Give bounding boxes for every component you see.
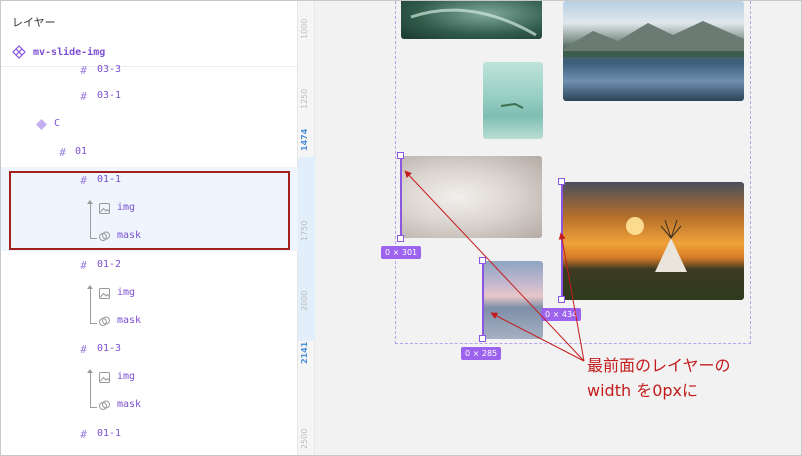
layer-row-variant[interactable]: C xyxy=(1,111,298,139)
leaf-stroke xyxy=(410,8,537,37)
frame-hash-icon: # xyxy=(80,343,87,356)
photo-pampas-grass[interactable] xyxy=(401,156,542,238)
layer-row-frame[interactable]: # 01-1 xyxy=(1,421,298,449)
frame-hash-icon: # xyxy=(59,146,66,159)
layer-label: img xyxy=(117,287,136,298)
zero-width-layer-outline[interactable] xyxy=(482,261,484,339)
layer-label: 01-3 xyxy=(97,343,122,354)
resize-handle[interactable] xyxy=(479,257,486,264)
photo-leaf-droplets[interactable] xyxy=(401,1,542,39)
photo-turquoise-sea[interactable] xyxy=(483,62,543,139)
frame-hash-icon: # xyxy=(80,90,87,103)
component-name: mv-slide-img xyxy=(33,46,106,58)
size-badge: 0 × 434 xyxy=(541,308,582,321)
resize-handle[interactable] xyxy=(479,335,486,342)
mask-connector-line xyxy=(90,373,91,407)
layer-row-frame[interactable]: # 03-1 xyxy=(1,83,298,111)
resize-handle[interactable] xyxy=(397,152,404,159)
layer-row-image[interactable]: img xyxy=(1,280,298,308)
image-icon xyxy=(99,372,110,383)
layer-row-frame[interactable]: # 01 xyxy=(1,139,298,167)
zero-width-layer-outline[interactable] xyxy=(400,156,402,239)
frame-hash-icon: # xyxy=(80,64,87,77)
layers-panel-title: レイヤー xyxy=(12,16,56,29)
ruler-tick-label: 2500 xyxy=(300,428,309,449)
mask-icon xyxy=(99,316,110,326)
ruler-tick-label: 1250 xyxy=(300,88,309,109)
ruler-tick-label: 1750 xyxy=(300,220,309,241)
mask-connector-line xyxy=(90,289,91,323)
layer-label: img xyxy=(117,371,136,382)
ruler-tick-label: 1000 xyxy=(300,18,309,39)
resize-handle[interactable] xyxy=(558,178,565,185)
frame-hash-icon: # xyxy=(80,259,87,272)
zero-width-layer-outline[interactable] xyxy=(561,182,563,300)
photo-pastel-lake[interactable] xyxy=(483,261,543,339)
layer-label: C xyxy=(54,118,61,129)
layer-label: 01-1 xyxy=(97,428,122,439)
swimmer-shape xyxy=(500,102,524,109)
ruler-selection-range xyxy=(298,157,315,341)
design-canvas[interactable]: 0 × 301 0 × 434 0 × 285 xyxy=(315,1,801,455)
photo-sunset-tipi[interactable] xyxy=(563,182,744,300)
layer-row-mask[interactable]: mask xyxy=(1,392,298,420)
ruler-selection-end-label: 2141 xyxy=(300,341,309,364)
size-badge: 0 × 301 xyxy=(381,246,422,259)
tipi-scene xyxy=(626,217,687,272)
mask-arrow-icon xyxy=(87,285,93,289)
mask-connector-line xyxy=(90,407,97,408)
layer-label: mask xyxy=(117,315,142,326)
layer-label: 03-3 xyxy=(97,64,122,75)
layer-row-frame[interactable]: # 01-3 xyxy=(1,336,298,364)
layer-row-image[interactable]: img xyxy=(1,364,298,392)
frame-hash-icon: # xyxy=(80,428,87,441)
variant-diamond-icon xyxy=(36,119,47,130)
layer-label: 01 xyxy=(75,146,88,157)
mountain-shapes xyxy=(563,21,744,57)
layers-panel: レイヤー mv-slide-img # 03-3 # 03-1 C # 01 #… xyxy=(1,1,298,455)
layer-row-frame[interactable]: # 03-3 xyxy=(1,57,298,85)
photo-mountain-lake[interactable] xyxy=(563,1,744,101)
figma-window: レイヤー mv-slide-img # 03-3 # 03-1 C # 01 #… xyxy=(0,0,802,456)
vertical-ruler[interactable]: 1000 1250 1474 1750 2000 2141 2500 xyxy=(298,1,315,455)
layer-row-frame[interactable]: # 01-2 xyxy=(1,252,298,280)
mask-arrow-icon xyxy=(87,369,93,373)
layer-label: mask xyxy=(117,399,142,410)
size-badge: 0 × 285 xyxy=(461,347,502,360)
image-icon xyxy=(99,288,110,299)
resize-handle[interactable] xyxy=(397,235,404,242)
layer-label: 01-2 xyxy=(97,259,122,270)
resize-handle[interactable] xyxy=(558,296,565,303)
annotation-text-line2: width を0pxに xyxy=(587,381,698,400)
annotation-highlight-box xyxy=(9,171,290,250)
ruler-tick-label: 2000 xyxy=(300,290,309,311)
mask-icon xyxy=(99,400,110,410)
mask-connector-line xyxy=(90,323,97,324)
ruler-selection-start-label: 1474 xyxy=(300,128,309,151)
annotation-text-line1: 最前面のレイヤーの xyxy=(587,356,731,375)
layer-row-mask[interactable]: mask xyxy=(1,308,298,336)
layer-label: 03-1 xyxy=(97,90,122,101)
